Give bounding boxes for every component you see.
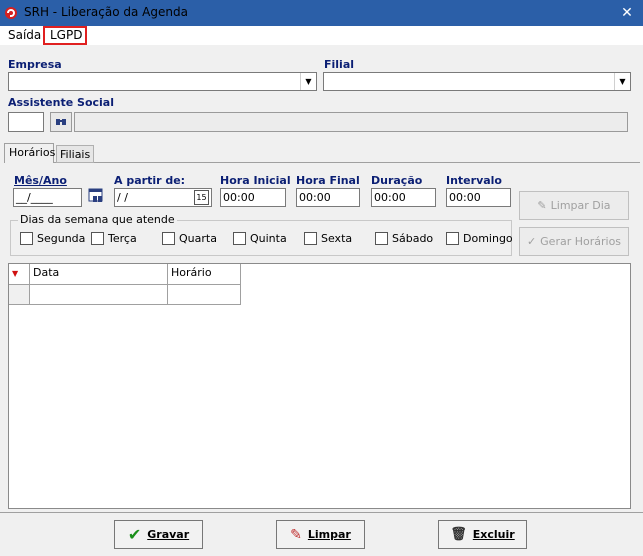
- tab-divider: [4, 162, 640, 163]
- empresa-combo[interactable]: ▼: [8, 72, 317, 91]
- checkbox-box[interactable]: [162, 232, 175, 245]
- app-icon: [4, 6, 18, 20]
- close-button[interactable]: ✕: [618, 4, 636, 22]
- trash-icon: 🗑: [450, 527, 467, 542]
- checkbox-quinta[interactable]: Quinta: [233, 232, 287, 245]
- eraser-icon: ✎: [537, 199, 547, 212]
- checkbox-label: Quinta: [250, 232, 287, 245]
- empresa-label: Empresa: [8, 58, 62, 71]
- checkbox-box[interactable]: [20, 232, 33, 245]
- checkbox-domingo[interactable]: Domingo: [446, 232, 513, 245]
- check-icon: ✓: [526, 235, 537, 248]
- checkbox-label: Quarta: [179, 232, 217, 245]
- dias-group-label: Dias da semana que atende: [18, 213, 177, 226]
- hora-inicial-label: Hora Inicial: [220, 174, 291, 187]
- gravar-button[interactable]: ✔ Gravar: [114, 520, 203, 549]
- assistente-label: Assistente Social: [8, 96, 114, 109]
- checkbox-box[interactable]: [375, 232, 388, 245]
- table-cell[interactable]: [30, 285, 168, 305]
- duracao-label: Duração: [371, 174, 423, 187]
- checkbox-label: Sexta: [321, 232, 353, 245]
- menu-saida[interactable]: Saída: [8, 28, 41, 42]
- bottom-divider: [0, 512, 643, 513]
- eraser-icon: ✎: [290, 526, 302, 543]
- checkbox-label: Terça: [108, 232, 137, 245]
- limpar-dia-label: Limpar Dia: [550, 199, 611, 212]
- duracao-input[interactable]: 00:00: [371, 188, 436, 207]
- table-cell[interactable]: [168, 285, 241, 305]
- column-header-horario[interactable]: Horário: [168, 264, 241, 285]
- tab-filiais[interactable]: Filiais: [56, 145, 94, 163]
- checkbox-terca[interactable]: Terça: [91, 232, 137, 245]
- checkbox-sabado[interactable]: Sábado: [375, 232, 433, 245]
- filial-combo[interactable]: ▼: [323, 72, 631, 91]
- column-header-data[interactable]: Data: [30, 264, 168, 285]
- checkbox-sexta[interactable]: Sexta: [304, 232, 352, 245]
- window-title: SRH - Liberação da Agenda: [24, 5, 188, 19]
- assistente-code-input[interactable]: [8, 112, 44, 132]
- excluir-button[interactable]: 🗑 Excluir: [438, 520, 527, 549]
- row-indicator: [9, 285, 30, 305]
- tab-horarios[interactable]: Horários: [4, 143, 55, 163]
- checkbox-segunda[interactable]: Segunda: [20, 232, 85, 245]
- binoculars-icon[interactable]: [50, 112, 72, 132]
- hora-final-input[interactable]: 00:00: [296, 188, 360, 207]
- checkbox-box[interactable]: [304, 232, 317, 245]
- hora-final-label: Hora Final: [296, 174, 360, 187]
- gerar-horarios-button[interactable]: ✓ Gerar Horários: [519, 227, 629, 256]
- checkmark-icon: ✔: [127, 525, 142, 544]
- chevron-down-icon[interactable]: ▼: [614, 73, 630, 90]
- limpar-dia-button[interactable]: ✎ Limpar Dia: [519, 191, 629, 220]
- filial-label: Filial: [324, 58, 355, 71]
- menu-bar: [0, 26, 643, 45]
- highlight-box: [43, 26, 87, 45]
- intervalo-input[interactable]: 00:00: [446, 188, 511, 207]
- assistente-name-field: [74, 112, 628, 132]
- limpar-label: Limpar: [307, 528, 351, 541]
- checkbox-label: Domingo: [463, 232, 513, 245]
- a-partir-value: / /: [117, 191, 128, 204]
- mes-ano-input[interactable]: __/____: [13, 188, 82, 207]
- gravar-label: Gravar: [147, 528, 190, 541]
- checkbox-box[interactable]: [91, 232, 104, 245]
- checkbox-label: Segunda: [37, 232, 86, 245]
- intervalo-label: Intervalo: [446, 174, 502, 187]
- limpar-button[interactable]: ✎ Limpar: [276, 520, 365, 549]
- a-partir-label: A partir de:: [114, 174, 186, 187]
- gerar-horarios-label: Gerar Horários: [540, 235, 622, 248]
- checkbox-quarta[interactable]: Quarta: [162, 232, 217, 245]
- sort-indicator-icon: ▼: [12, 269, 19, 278]
- calendar-icon[interactable]: 15: [194, 190, 209, 205]
- excluir-label: Excluir: [472, 528, 515, 541]
- chevron-down-icon[interactable]: ▼: [300, 73, 316, 90]
- checkbox-label: Sábado: [392, 232, 434, 245]
- calendar-search-icon[interactable]: [87, 187, 105, 206]
- hora-inicial-input[interactable]: 00:00: [220, 188, 286, 207]
- grid-indicator-header: ▼: [9, 264, 30, 285]
- mes-ano-label: Mês/Ano: [14, 174, 67, 187]
- checkbox-box[interactable]: [233, 232, 246, 245]
- checkbox-box[interactable]: [446, 232, 459, 245]
